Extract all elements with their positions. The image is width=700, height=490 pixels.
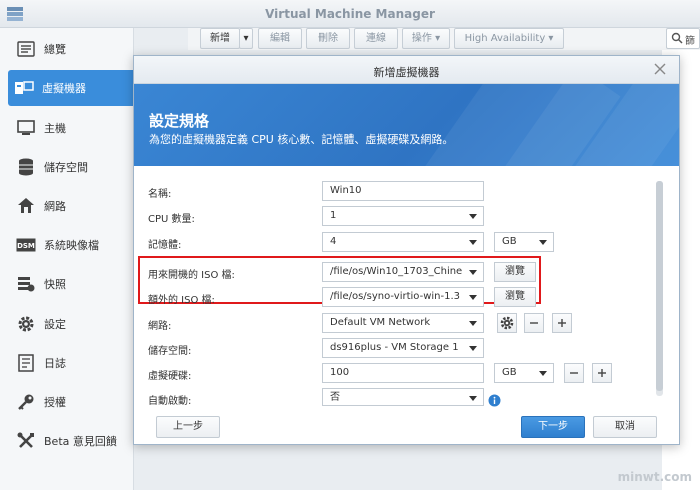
list-icon	[16, 39, 36, 59]
sidebar-item-host[interactable]: 主機	[10, 110, 134, 146]
network-remove-button[interactable]	[524, 313, 544, 333]
sidebar-item-label: 總覽	[44, 43, 66, 56]
sidebar: 總覽 虛擬機器 主機 儲存空間 網路 DSM 系統映像檔 快照 設定 日誌 授權…	[0, 28, 134, 490]
delete-button[interactable]: 刪除	[306, 28, 350, 49]
search-box[interactable]: 篩	[666, 28, 700, 49]
minus-icon	[570, 372, 578, 374]
sidebar-item-snapshot[interactable]: 快照	[10, 266, 134, 302]
network-select[interactable]: Default VM Network	[322, 313, 484, 333]
dialog-header: 新增虛擬機器	[134, 56, 679, 84]
name-input[interactable]: Win10	[322, 181, 484, 201]
sidebar-item-label: 網路	[44, 200, 66, 213]
banner-title: 設定規格	[149, 112, 210, 130]
create-vm-dialog: 新增虛擬機器 設定規格 為您的虛擬機器定義 CPU 核心數、記憶體、虛擬硬碟及網…	[133, 55, 680, 445]
disk-remove-button[interactable]	[564, 363, 584, 383]
sidebar-item-label: 設定	[44, 318, 66, 331]
back-button[interactable]: 上一步	[156, 416, 220, 438]
network-icon	[16, 196, 36, 216]
sidebar-item-virtual-machine[interactable]: 虛擬機器	[8, 70, 134, 106]
tools-icon	[16, 431, 36, 451]
boot-iso-label: 用來開機的 ISO 檔:	[148, 270, 235, 281]
sidebar-item-label: Beta 意見回饋	[44, 435, 117, 448]
sidebar-item-storage[interactable]: 儲存空間	[10, 149, 134, 185]
storage-select[interactable]: ds916plus - VM Storage 1	[322, 338, 484, 358]
sidebar-item-license[interactable]: 授權	[10, 384, 134, 420]
network-settings-button[interactable]	[497, 313, 517, 333]
cancel-button[interactable]: 取消	[593, 416, 657, 438]
dialog-banner: 設定規格 為您的虛擬機器定義 CPU 核心數、記憶體、虛擬硬碟及網路。	[134, 84, 679, 166]
sidebar-item-label: 主機	[44, 122, 66, 135]
gear-icon	[500, 316, 514, 330]
sidebar-item-label: 授權	[44, 396, 66, 409]
main-toolbar: 新增 ▾ 編輯 刪除 連線 操作 ▾ High Availability ▾ 篩	[188, 28, 700, 50]
high-availability-button[interactable]: High Availability ▾	[454, 28, 564, 49]
boot-iso-select[interactable]: /file/os/Win10_1703_Chine	[322, 262, 484, 282]
scrollbar-thumb[interactable]	[656, 181, 663, 391]
spec-form: 名稱: Win10 CPU 數量: 1 記憶體: 4 GB 用來開機的 ISO …	[134, 166, 664, 407]
cpu-label: CPU 數量:	[148, 214, 195, 225]
search-text: 篩	[685, 36, 695, 47]
disk-unit-select[interactable]: GB	[494, 363, 554, 383]
form-scrollbar[interactable]	[656, 181, 663, 396]
memory-unit-select[interactable]: GB	[494, 232, 554, 252]
sidebar-item-label: 虛擬機器	[42, 82, 86, 95]
plus-icon	[598, 369, 606, 377]
banner-subtitle: 為您的虛擬機器定義 CPU 核心數、記憶體、虛擬硬碟及網路。	[149, 133, 454, 146]
sidebar-item-label: 日誌	[44, 357, 66, 370]
monitor-icon	[16, 118, 36, 138]
extra-iso-select[interactable]: /file/os/syno-virtio-win-1.3	[322, 287, 484, 307]
plus-icon	[558, 319, 566, 327]
search-icon	[671, 32, 683, 44]
watermark-text: minwt.com	[617, 470, 692, 484]
svg-text:DSM: DSM	[17, 242, 35, 250]
cpu-select[interactable]: 1	[322, 206, 484, 226]
extra-iso-label: 額外的 ISO 檔:	[148, 295, 215, 306]
extra-iso-browse-button[interactable]: 瀏覽	[494, 287, 536, 307]
sidebar-item-label: 儲存空間	[44, 161, 88, 174]
sidebar-item-network[interactable]: 網路	[10, 188, 134, 224]
dialog-title: 新增虛擬機器	[373, 66, 440, 79]
sidebar-item-log[interactable]: 日誌	[10, 345, 134, 381]
sidebar-item-label: 快照	[44, 278, 66, 291]
log-icon	[16, 353, 36, 373]
name-label: 名稱:	[148, 189, 172, 200]
database-icon	[16, 157, 36, 177]
sidebar-item-label: 系統映像檔	[44, 239, 99, 252]
boot-iso-browse-button[interactable]: 瀏覽	[494, 262, 536, 282]
virtual-machine-icon	[14, 78, 34, 98]
connect-button[interactable]: 連線	[354, 28, 398, 49]
disk-label: 虛擬硬碟:	[148, 371, 192, 382]
network-label: 網路:	[148, 321, 172, 332]
app-titlebar: Virtual Machine Manager	[0, 0, 700, 28]
close-icon[interactable]	[653, 62, 667, 76]
sidebar-item-image[interactable]: DSM 系統映像檔	[10, 227, 134, 263]
dsm-image-icon: DSM	[16, 235, 36, 255]
memory-label: 記憶體:	[148, 240, 182, 251]
edit-button[interactable]: 編輯	[258, 28, 302, 49]
new-dropdown-button[interactable]: ▾	[239, 28, 253, 49]
key-icon	[16, 392, 36, 412]
storage-label: 儲存空間:	[148, 346, 192, 357]
snapshot-icon	[16, 274, 36, 294]
network-add-button[interactable]	[552, 313, 572, 333]
disk-size-input[interactable]: 100	[322, 363, 484, 383]
sidebar-item-settings[interactable]: 設定	[10, 306, 134, 342]
dialog-footer: 上一步 下一步 取消	[134, 406, 679, 444]
minus-icon	[530, 322, 538, 324]
autostart-select[interactable]: 否	[322, 388, 484, 406]
new-button[interactable]: 新增	[200, 28, 240, 49]
autostart-label: 自動啟動:	[148, 396, 192, 407]
sidebar-item-overview[interactable]: 總覽	[10, 31, 134, 67]
sidebar-item-beta-feedback[interactable]: Beta 意見回饋	[10, 423, 134, 459]
action-menu-button[interactable]: 操作 ▾	[402, 28, 450, 49]
app-title: Virtual Machine Manager	[265, 7, 435, 21]
disk-add-button[interactable]	[592, 363, 612, 383]
next-button[interactable]: 下一步	[521, 416, 585, 438]
gear-icon	[16, 314, 36, 334]
memory-select[interactable]: 4	[322, 232, 484, 252]
